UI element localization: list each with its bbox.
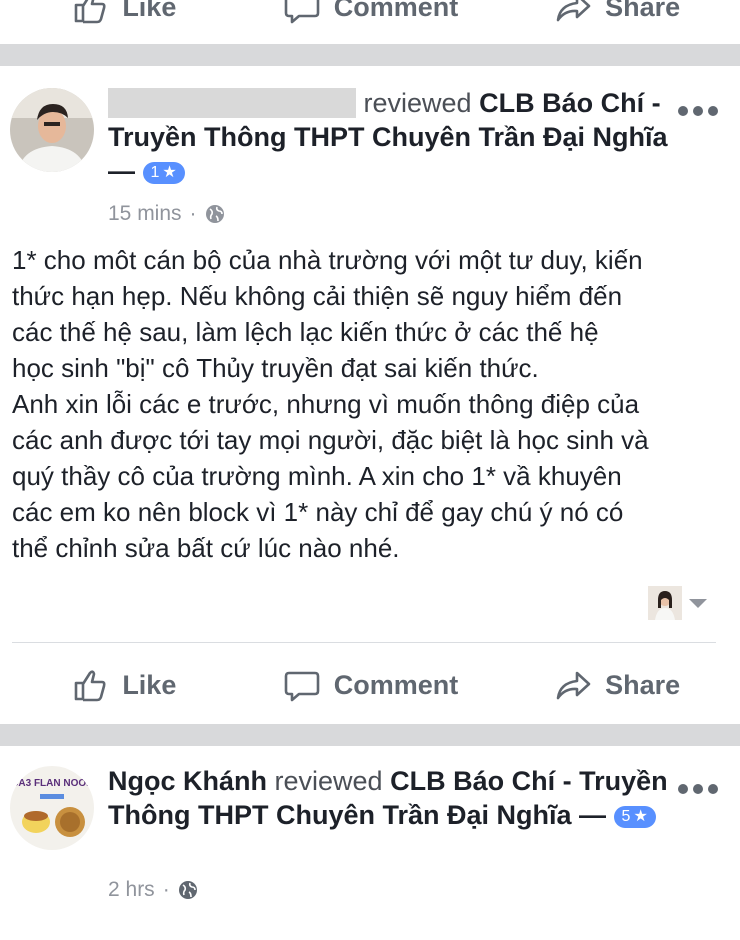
comment-button-top[interactable]: Comment — [247, 0, 494, 32]
meta-dot: · — [189, 202, 197, 225]
header-dash: — — [579, 800, 607, 830]
timestamp[interactable]: 15 mins — [108, 202, 182, 226]
like-icon — [75, 670, 106, 702]
rating-badge: 1 ★ — [142, 162, 185, 184]
star-icon: ★ — [162, 164, 177, 181]
share-icon — [556, 671, 591, 700]
post-divider — [12, 642, 716, 643]
post-header: Ngọc Khánh reviewed CLB Báo Chí - Truyền… — [108, 764, 668, 832]
more-icon[interactable] — [678, 106, 718, 116]
avatar[interactable]: UCA3 FLAN NOODS — [10, 766, 94, 850]
post-meta: 15 mins · — [108, 202, 225, 226]
like-label: Like — [122, 669, 177, 700]
review-post: UCA3 FLAN NOODS Ngọc Khánh reviewed CLB … — [0, 746, 740, 940]
share-label: Share — [605, 0, 681, 22]
top-action-bar: Like Comment Share — [0, 0, 740, 32]
avatar[interactable] — [10, 88, 94, 172]
caret-down-icon[interactable] — [689, 599, 707, 608]
like-icon — [75, 0, 106, 24]
more-icon[interactable] — [678, 784, 718, 794]
comment-icon — [284, 671, 320, 702]
share-button[interactable]: Share — [493, 660, 740, 710]
comment-icon — [284, 0, 320, 24]
rating-value: 1 — [150, 164, 160, 181]
post-meta: 2 hrs · — [108, 878, 198, 902]
reactor-avatar[interactable] — [648, 586, 682, 620]
feed-separator — [0, 44, 740, 66]
post-action-bar: Like Comment Share — [0, 660, 740, 710]
star-icon: ★ — [633, 808, 648, 825]
like-button[interactable]: Like — [0, 660, 247, 710]
redacted-author — [108, 88, 356, 118]
like-button-top[interactable]: Like — [0, 0, 247, 32]
comment-label: Comment — [333, 0, 459, 22]
timestamp[interactable]: 2 hrs — [108, 878, 155, 902]
share-label: Share — [605, 669, 681, 700]
rating-value: 5 — [621, 808, 631, 825]
comment-label: Comment — [333, 669, 459, 700]
share-button-top[interactable]: Share — [493, 0, 740, 32]
post-header: reviewed CLB Báo Chí - Truyền Thông THPT… — [108, 86, 668, 188]
comment-button[interactable]: Comment — [247, 660, 494, 710]
feed-separator — [0, 724, 740, 746]
globe-icon — [205, 205, 224, 223]
avatar-logo-text: UCA3 FLAN NOODS — [10, 778, 94, 789]
globe-icon — [178, 881, 197, 899]
rating-badge: 5 ★ — [613, 806, 656, 828]
header-dash: — — [108, 156, 135, 186]
meta-dot: · — [162, 878, 170, 901]
review-text: 1* cho môt cán bộ của nhà trường với một… — [12, 245, 649, 563]
author-name[interactable]: Ngọc Khánh — [108, 766, 267, 796]
review-verb: reviewed — [363, 88, 472, 118]
review-post: reviewed CLB Báo Chí - Truyền Thông THPT… — [0, 66, 740, 724]
like-label: Like — [122, 0, 177, 22]
share-icon — [556, 0, 591, 22]
review-verb: reviewed — [274, 766, 383, 796]
